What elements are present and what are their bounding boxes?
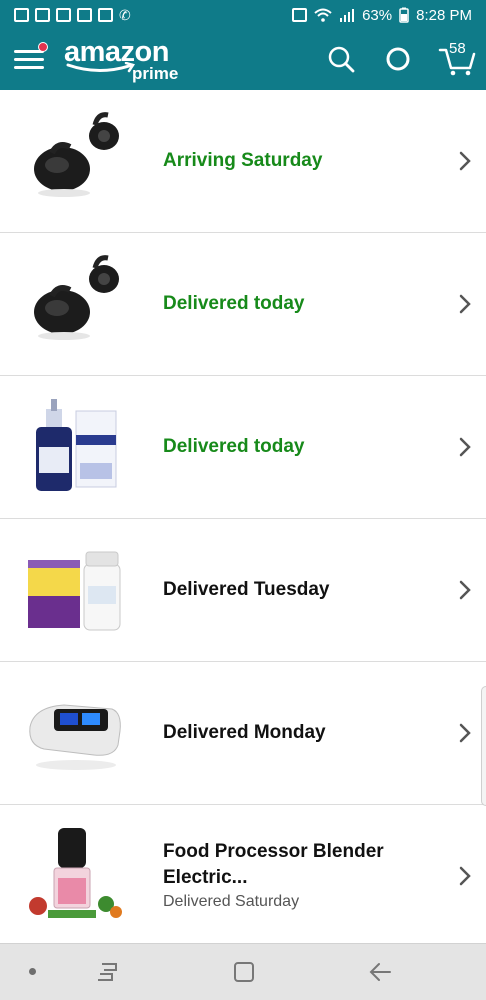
chevron-right-icon (459, 151, 471, 171)
menu-line (14, 58, 44, 61)
amazon-prime-logo[interactable]: amazon prime (64, 38, 178, 84)
instagram-icon (56, 8, 71, 22)
mail-icon (35, 8, 50, 22)
order-status: Delivered today (163, 293, 305, 314)
order-status: Delivered Monday (163, 722, 326, 743)
earbuds-icon (34, 255, 119, 340)
system-nav-bar (0, 943, 486, 1000)
signal-icon (340, 9, 355, 22)
chevron-right-icon (459, 580, 471, 600)
menu-line (14, 66, 44, 69)
order-row[interactable]: Delivered Monday (0, 662, 486, 805)
chevron-right-icon (459, 437, 471, 457)
order-status: Arriving Saturday (163, 150, 323, 171)
alexa-icon (386, 47, 410, 71)
battery-percent: 63% (362, 6, 393, 24)
order-row[interactable]: Arriving Saturday (0, 90, 486, 233)
recent-apps-icon (98, 963, 117, 981)
smile-arrow-icon (66, 62, 135, 73)
nfc-icon (292, 8, 308, 22)
pulse-oximeter-icon (29, 704, 121, 770)
home-button[interactable] (228, 958, 260, 986)
home-icon (234, 962, 254, 982)
clock: 8:28 PM (416, 6, 472, 24)
battery-icon (399, 7, 409, 23)
serum-bottle-icon (36, 399, 117, 491)
order-row[interactable]: Delivered Tuesday (0, 519, 486, 662)
logo-prime: prime (132, 64, 179, 83)
nav-dot[interactable] (29, 968, 36, 975)
status-bar: ✆ 63% 8:28 PM (0, 0, 486, 30)
order-row[interactable]: Delivered today (0, 376, 486, 519)
cart-button[interactable]: 58 (437, 38, 477, 78)
earbuds-icon (34, 112, 119, 197)
food-processor-icon (29, 828, 122, 918)
chevron-right-icon (459, 866, 471, 886)
wifi-icon (314, 8, 332, 22)
gallery-icon (98, 8, 113, 22)
search-icon (328, 46, 355, 73)
order-row[interactable]: Delivered today (0, 233, 486, 376)
search-button[interactable] (326, 44, 356, 74)
back-arrow-icon (369, 963, 391, 981)
alexa-button[interactable] (383, 44, 413, 74)
app-header: amazon prime 58 (0, 30, 486, 90)
orders-list: Arriving Saturday Delivered today Delive… (0, 90, 486, 948)
order-status: Delivered today (163, 436, 305, 457)
order-product-title: Food Processor Blender Electric... (163, 841, 384, 888)
call-icon: ✆ (119, 6, 131, 23)
order-status: Delivered Tuesday (163, 579, 330, 600)
recent-apps-button[interactable] (94, 958, 126, 986)
notification-dot (38, 42, 48, 52)
system-status: 63% 8:28 PM (292, 7, 472, 24)
chevron-right-icon (459, 723, 471, 743)
mail-icon (77, 8, 92, 22)
order-status: Delivered Saturday (163, 893, 300, 910)
order-row[interactable]: Food Processor Blender Electric... Deliv… (0, 805, 486, 948)
facebook-icon (14, 8, 29, 22)
edge-panel-handle[interactable] (481, 686, 486, 806)
chevron-right-icon (459, 294, 471, 314)
notification-icons: ✆ (14, 7, 131, 24)
back-button[interactable] (364, 958, 396, 986)
supplement-box-icon (28, 551, 121, 631)
cart-count: 58 (449, 40, 466, 57)
menu-button[interactable] (14, 42, 48, 74)
